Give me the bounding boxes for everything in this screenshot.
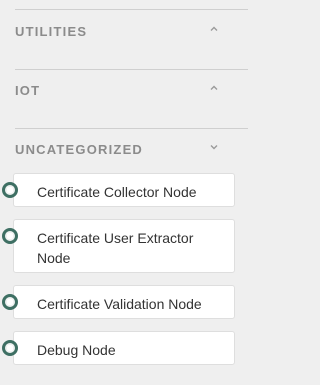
palette-section-utilities: UTILITIES (15, 10, 248, 70)
palette-node-certificate-collector[interactable]: Certificate Collector Node (13, 173, 235, 207)
chevron-up-icon[interactable] (209, 83, 219, 93)
section-title: IOT (15, 83, 41, 98)
section-header-uncategorized[interactable]: UNCATEGORIZED (15, 128, 248, 170)
node-label: Debug Node (37, 342, 116, 358)
node-port-icon (2, 340, 18, 356)
node-port-icon (2, 182, 18, 198)
palette-section-uncategorized: UNCATEGORIZED (15, 128, 248, 170)
palette-node-debug[interactable]: Debug Node (13, 331, 235, 365)
node-palette: UTILITIES IOT UNCATEGORIZED Certificate … (0, 0, 248, 385)
chevron-down-icon[interactable] (209, 142, 219, 152)
node-port-icon (2, 294, 18, 310)
palette-node-certificate-validation[interactable]: Certificate Validation Node (13, 285, 235, 319)
chevron-up-icon[interactable] (209, 24, 219, 34)
section-header-iot[interactable]: IOT (15, 69, 248, 111)
section-title: UNCATEGORIZED (15, 142, 144, 157)
section-header-utilities[interactable]: UTILITIES (15, 10, 248, 52)
palette-node-certificate-user-extractor[interactable]: Certificate User Extractor Node (13, 219, 235, 273)
node-label: Certificate Collector Node (37, 184, 197, 200)
node-label: Certificate Validation Node (37, 296, 202, 312)
palette-section-iot: IOT (15, 69, 248, 129)
node-label: Certificate User Extractor Node (37, 230, 194, 266)
node-port-icon (2, 228, 18, 244)
section-title: UTILITIES (15, 24, 88, 39)
